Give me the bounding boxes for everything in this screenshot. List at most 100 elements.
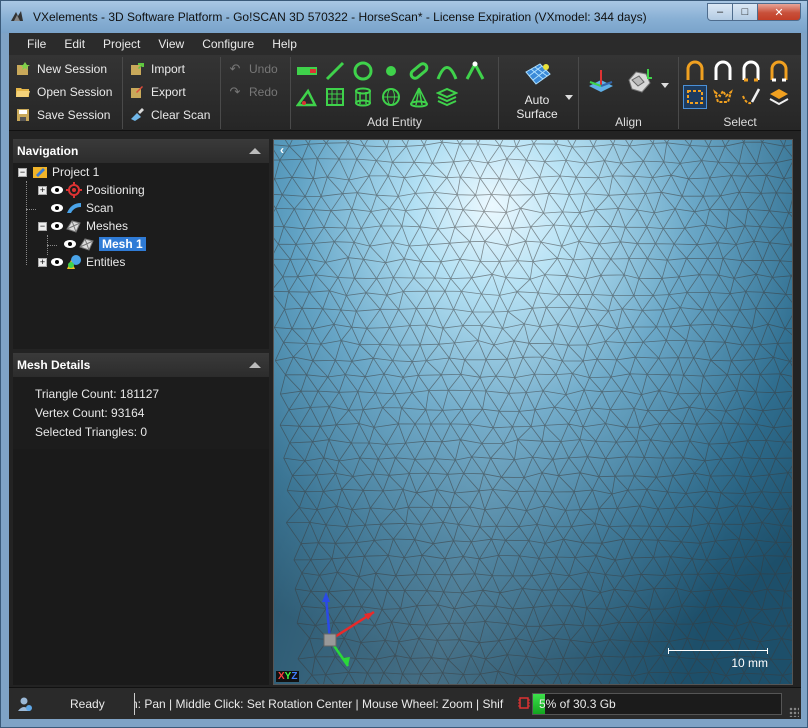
ruler-icon xyxy=(297,67,317,75)
brush-select-button[interactable] xyxy=(739,85,763,109)
mesh-details-header[interactable]: Mesh Details xyxy=(13,353,269,377)
user-icon[interactable] xyxy=(17,696,33,712)
cone-icon xyxy=(410,87,428,108)
resize-grip[interactable] xyxy=(789,707,799,717)
add-point-button[interactable] xyxy=(379,59,403,83)
auto-surface-label-2: Surface xyxy=(516,107,558,121)
auto-surface-icon xyxy=(523,61,553,89)
maximize-button[interactable]: □ xyxy=(732,3,758,21)
collapse-meshes-icon[interactable]: − xyxy=(38,221,47,231)
triangle-count: Triangle Count: 181127 xyxy=(35,387,160,401)
app-window: VXelements - 3D Software Platform - Go!S… xyxy=(0,0,808,728)
close-button[interactable]: ✕ xyxy=(757,3,801,21)
select-surface-button[interactable] xyxy=(683,59,707,83)
export-button[interactable]: Export xyxy=(123,80,220,103)
expand-positioning-icon[interactable]: + xyxy=(38,185,47,195)
menu-project[interactable]: Project xyxy=(94,33,149,55)
tree-item-entities[interactable]: + Entities xyxy=(38,253,125,271)
menu-bar: File Edit Project View Configure Help xyxy=(9,33,801,55)
visibility-eye-icon[interactable] xyxy=(50,185,64,195)
visibility-eye-icon[interactable] xyxy=(50,257,64,267)
add-plane-button[interactable] xyxy=(323,85,347,109)
add-slot-button[interactable] xyxy=(407,59,431,83)
layer-select-button[interactable] xyxy=(767,85,791,109)
session-group: New Session Open Session Save Session xyxy=(9,57,123,129)
magnet-white-icon xyxy=(714,60,732,80)
collapse-mesh-details-icon[interactable] xyxy=(249,362,261,368)
align-axes-button[interactable] xyxy=(585,65,617,97)
navigation-header[interactable]: Navigation xyxy=(13,139,269,163)
rectangle-select-button[interactable] xyxy=(683,85,707,109)
expand-entities-icon[interactable]: + xyxy=(38,257,47,267)
collapse-panel-arrow-icon[interactable]: ‹ xyxy=(280,143,284,157)
menu-file[interactable]: File xyxy=(9,33,55,55)
add-sphere-button[interactable] xyxy=(379,85,403,109)
project-icon xyxy=(32,164,48,180)
add-layers-button[interactable] xyxy=(435,85,459,109)
open-session-button[interactable]: Open Session xyxy=(9,80,122,103)
mesh-details-title: Mesh Details xyxy=(17,358,91,372)
mesh-details-panel: Mesh Details Triangle Count: 181127 Vert… xyxy=(13,353,269,449)
visibility-eye-icon[interactable] xyxy=(50,221,64,231)
left-panel-empty-area xyxy=(13,449,269,685)
add-line-button[interactable] xyxy=(323,59,347,83)
redo-button[interactable]: ↷ Redo xyxy=(221,80,290,103)
menu-help[interactable]: Help xyxy=(263,33,306,55)
lasso-select-button[interactable] xyxy=(711,85,735,109)
select-through-button[interactable] xyxy=(711,59,735,83)
positioning-target-icon xyxy=(66,182,82,198)
angle-plane-icon xyxy=(296,88,318,107)
menu-edit[interactable]: Edit xyxy=(55,33,94,55)
best-fit-align-button[interactable] xyxy=(623,65,655,97)
line-icon xyxy=(325,61,345,81)
visibility-eye-icon[interactable] xyxy=(63,239,77,249)
clear-scan-icon xyxy=(129,107,145,123)
tree-item-scan[interactable]: Scan xyxy=(50,199,113,217)
align-group: Align xyxy=(579,57,679,129)
tree-item-positioning[interactable]: + Positioning xyxy=(38,181,145,199)
add-curve-button[interactable] xyxy=(435,59,459,83)
plane-grid-icon xyxy=(326,88,344,106)
vertex-count: Vertex Count: 93164 xyxy=(35,406,145,420)
visibility-eye-icon[interactable] xyxy=(50,203,64,213)
magnet-orange-icon xyxy=(770,60,788,82)
add-cylinder-button[interactable] xyxy=(351,85,375,109)
align-dropdown-icon[interactable] xyxy=(661,83,669,88)
undo-button[interactable]: ↶ Undo xyxy=(221,57,290,80)
slot-icon xyxy=(409,62,429,80)
3d-viewport[interactable]: ‹ 10 mm X Y Z xyxy=(273,139,793,685)
auto-surface-group[interactable]: Auto Surface xyxy=(499,57,579,129)
select-visible-button[interactable] xyxy=(739,59,763,83)
status-ready: Ready xyxy=(70,697,105,711)
collapse-project-icon[interactable]: − xyxy=(18,167,27,177)
menu-configure[interactable]: Configure xyxy=(193,33,263,55)
add-circle-button[interactable] xyxy=(351,59,375,83)
new-session-button[interactable]: New Session xyxy=(9,57,122,80)
auto-surface-dropdown-icon[interactable] xyxy=(565,95,573,100)
status-hint: n: Pan | Middle Click: Set Rotation Cent… xyxy=(134,693,531,715)
clear-scan-button[interactable]: Clear Scan xyxy=(123,103,220,126)
minimize-button[interactable]: – xyxy=(707,3,733,21)
tree-item-meshes[interactable]: − Meshes xyxy=(38,217,128,235)
import-export-group: Import Export Clear Scan xyxy=(123,57,221,129)
best-fit-icon xyxy=(628,69,652,93)
add-cone-button[interactable] xyxy=(407,85,431,109)
import-button[interactable]: Import xyxy=(123,57,220,80)
scale-bar: 10 mm xyxy=(668,642,778,672)
menu-view[interactable]: View xyxy=(149,33,193,55)
add-polyline-button[interactable] xyxy=(463,59,487,83)
polyline-icon xyxy=(465,60,485,80)
tree-item-mesh-1[interactable]: Mesh 1 xyxy=(63,235,146,253)
status-bar: Ready n: Pan | Middle Click: Set Rotatio… xyxy=(9,687,801,719)
meshes-icon xyxy=(66,218,82,234)
add-ruler-entity-button[interactable] xyxy=(295,59,319,83)
select-group: Select xyxy=(679,57,801,129)
tree-item-project[interactable]: − Project 1 xyxy=(18,163,99,181)
select-all-button[interactable] xyxy=(767,59,791,83)
add-plane-angle-button[interactable] xyxy=(295,85,319,109)
axis-y-label: Y xyxy=(284,671,292,682)
title-bar[interactable]: VXelements - 3D Software Platform - Go!S… xyxy=(1,1,807,33)
collapse-navigation-icon[interactable] xyxy=(249,148,261,154)
axis-indicator[interactable]: X Y Z xyxy=(276,671,300,682)
save-session-button[interactable]: Save Session xyxy=(9,103,122,126)
